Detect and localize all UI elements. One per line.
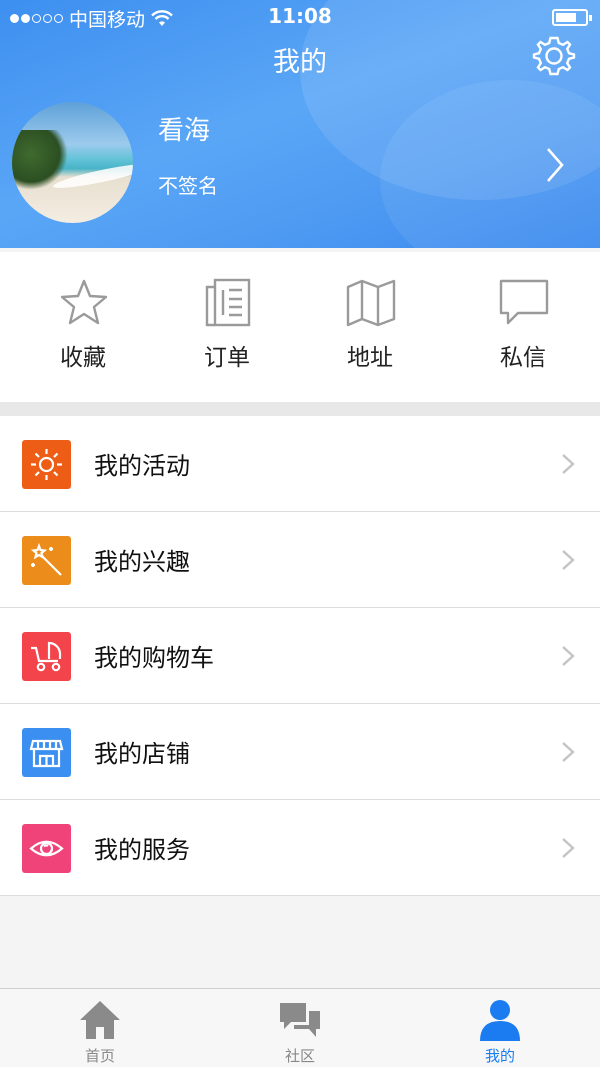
profile-username[interactable]: 看海 bbox=[158, 110, 210, 147]
tab-community[interactable]: 社区 bbox=[200, 989, 400, 1067]
menu-item-activities[interactable]: 我的活动 bbox=[0, 416, 600, 512]
chevron-right-icon bbox=[562, 550, 575, 570]
menu-item-store[interactable]: 我的店铺 bbox=[0, 704, 600, 800]
chevron-right-icon bbox=[562, 646, 575, 666]
menu-item-label: 我的购物车 bbox=[94, 644, 214, 672]
magic-wand-icon bbox=[22, 536, 71, 585]
tab-label: 社区 bbox=[284, 1047, 315, 1065]
chevron-right-icon bbox=[562, 838, 575, 858]
quick-action-label: 收藏 bbox=[60, 345, 106, 371]
star-icon bbox=[60, 279, 108, 325]
status-time: 11:08 bbox=[268, 4, 332, 28]
quick-action-label: 订单 bbox=[204, 345, 250, 371]
tab-label: 首页 bbox=[84, 1047, 115, 1065]
avatar[interactable] bbox=[12, 102, 133, 223]
quick-actions-bar: 收藏 订单 地址 私信 bbox=[0, 252, 600, 402]
menu-item-label: 我的服务 bbox=[94, 836, 190, 864]
quick-action-favorites[interactable]: 收藏 bbox=[8, 252, 158, 402]
quick-action-label: 私信 bbox=[500, 345, 546, 371]
map-icon bbox=[346, 279, 396, 327]
user-icon bbox=[480, 1000, 520, 1041]
menu-item-shopping-cart[interactable]: 我的购物车 bbox=[0, 608, 600, 704]
document-icon bbox=[205, 278, 251, 327]
stroller-icon bbox=[22, 632, 71, 681]
message-icon bbox=[499, 279, 549, 325]
menu-item-label: 我的活动 bbox=[94, 452, 190, 480]
quick-action-label: 地址 bbox=[347, 345, 393, 371]
menu-item-label: 我的店铺 bbox=[94, 740, 190, 768]
store-icon bbox=[22, 728, 71, 777]
quick-action-address[interactable]: 地址 bbox=[295, 252, 445, 402]
chevron-right-icon bbox=[562, 454, 575, 474]
eye-icon bbox=[22, 824, 71, 873]
tab-label: 我的 bbox=[484, 1047, 515, 1065]
tab-me[interactable]: 我的 bbox=[400, 989, 600, 1067]
profile-chevron-right-icon[interactable] bbox=[540, 145, 570, 185]
profile-signature: 不签名 bbox=[158, 174, 218, 198]
quick-action-orders[interactable]: 订单 bbox=[152, 252, 302, 402]
chat-icon bbox=[280, 1003, 320, 1037]
tab-home[interactable]: 首页 bbox=[0, 989, 200, 1067]
home-icon bbox=[80, 1001, 120, 1039]
battery-icon bbox=[552, 9, 592, 26]
bottom-tab-bar: 首页 社区 我的 bbox=[0, 988, 600, 1067]
quick-action-messages[interactable]: 私信 bbox=[448, 252, 598, 402]
profile-header: 中国移动 11:08 我的 看海 不签名 bbox=[0, 0, 600, 248]
menu-item-interests[interactable]: 我的兴趣 bbox=[0, 512, 600, 608]
menu-item-services[interactable]: 我的服务 bbox=[0, 800, 600, 896]
status-bar: 中国移动 11:08 bbox=[0, 0, 600, 34]
menu-list: 我的活动 我的兴趣 我的购物车 我的店铺 我的服务 bbox=[0, 416, 600, 896]
page-title: 我的 bbox=[273, 47, 327, 78]
section-divider bbox=[0, 402, 600, 416]
sun-icon bbox=[22, 440, 71, 489]
chevron-right-icon bbox=[562, 742, 575, 762]
menu-item-label: 我的兴趣 bbox=[94, 548, 190, 576]
settings-gear-icon[interactable] bbox=[532, 34, 576, 78]
